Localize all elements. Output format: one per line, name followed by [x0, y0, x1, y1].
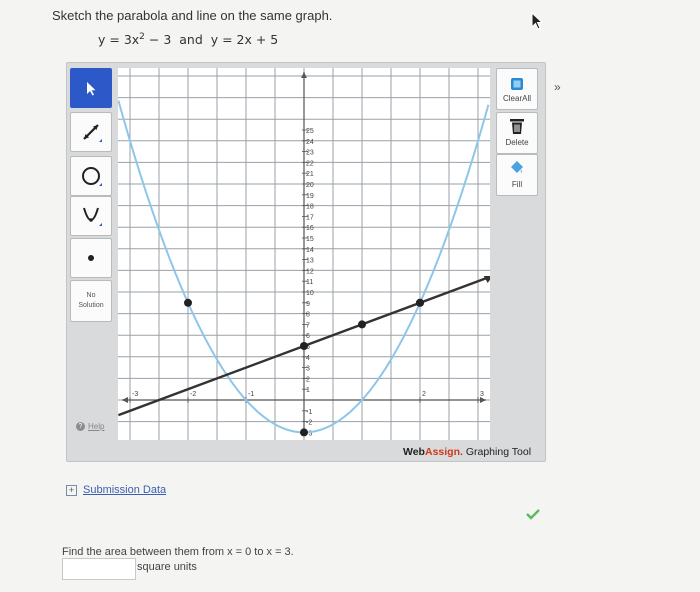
y-tick-label: 3 — [306, 366, 310, 373]
x-tick-label: 3 — [480, 391, 484, 398]
y-axis-arrow-up — [301, 72, 307, 78]
y-tick-label: 6 — [306, 333, 310, 340]
y-tick-label: -1 — [306, 409, 312, 416]
clear-all-button[interactable]: ClearAll — [496, 68, 538, 110]
paint-bucket-icon — [511, 161, 523, 173]
y-tick-label: 16 — [306, 225, 314, 232]
area-question: Find the area between them from x = 0 to… — [62, 546, 294, 558]
y-tick-label: 1 — [306, 387, 310, 394]
delete-label: Delete — [505, 138, 529, 147]
trash-icon — [510, 119, 524, 134]
y-tick-label: -2 — [306, 420, 312, 427]
fill-button[interactable]: Fill — [496, 154, 538, 196]
brand-assign: Assign. — [424, 446, 463, 458]
correct-check-icon — [526, 509, 540, 520]
area-answer-input[interactable] — [62, 558, 136, 580]
y-tick-label: 4 — [306, 355, 310, 362]
line-point — [416, 298, 424, 307]
y-tick-label: 13 — [306, 258, 314, 265]
expand-panel-button[interactable]: » — [554, 80, 561, 94]
help-label: Help — [88, 422, 105, 431]
arrow-pointer-icon — [87, 82, 96, 96]
y-tick-label: 12 — [306, 268, 314, 275]
help-icon: ? — [76, 422, 85, 431]
x-tick-label: -1 — [248, 391, 254, 398]
y-tick-label: 20 — [306, 182, 314, 189]
coordinate-plane[interactable]: -3 -2 -1 2 325242322212019181716151413121110… — [117, 68, 493, 459]
x-axis-arrow-left — [122, 397, 128, 403]
x-tick-label: -3 — [132, 391, 138, 398]
x-tick-label: 2 — [422, 391, 426, 398]
line-equation: y = 2x + 5 — [210, 32, 279, 48]
no-solution-label-2: Solution — [78, 302, 104, 309]
y-tick-label: 25 — [306, 128, 314, 135]
y-tick-label: 15 — [306, 236, 314, 243]
area-units-label: square units — [137, 561, 197, 573]
parabola-equation: y = 3x2 − 3 — [98, 32, 172, 48]
circle-tool-button[interactable] — [70, 156, 112, 196]
no-solution-button[interactable]: No Solution — [70, 280, 112, 322]
y-tick-label: 18 — [306, 204, 314, 211]
parabola-point — [184, 298, 192, 307]
equations: y = 3x2 − 3 and y = 2x + 5 — [98, 32, 278, 47]
parabola-tool-button[interactable] — [70, 196, 112, 236]
y-tick-label: 17 — [306, 214, 314, 221]
y-tick-label: 19 — [306, 193, 314, 200]
question-title: Sketch the parabola and line on the same… — [52, 8, 333, 23]
y-tick-label: 2 — [306, 376, 310, 383]
line-point — [358, 320, 366, 329]
and-word: and — [179, 32, 203, 48]
x-tick-label: -2 — [190, 391, 196, 398]
y-tick-label: 8 — [306, 312, 310, 319]
submission-data-label: Submission Data — [83, 484, 167, 496]
clear-all-label: ClearAll — [502, 94, 531, 103]
point-icon — [88, 255, 94, 261]
no-solution-label-1: No — [86, 292, 96, 299]
y-tick-label: 14 — [306, 247, 314, 254]
parabola-icon — [83, 207, 102, 226]
parabola-point — [300, 428, 308, 437]
line-tool-button[interactable] — [70, 112, 112, 152]
webassign-brand: WebAssign. Graphing Tool — [403, 446, 531, 458]
mouse-cursor-icon — [531, 12, 544, 30]
y-tick-label: 9 — [306, 301, 310, 308]
brand-suffix: Graphing Tool — [462, 446, 532, 458]
point-tool-button[interactable] — [70, 238, 112, 278]
line-segment-icon — [83, 124, 102, 142]
y-tick-label: 7 — [306, 322, 310, 329]
help-link[interactable]: ? Help — [76, 422, 104, 431]
fill-label: Fill — [511, 180, 523, 189]
y-tick-label: 21 — [306, 171, 314, 178]
circle-icon — [82, 167, 102, 186]
submission-data-toggle[interactable]: + Submission Data — [66, 484, 166, 496]
pointer-tool-button[interactable] — [70, 68, 112, 108]
y-tick-label: 23 — [306, 150, 314, 157]
y-tick-label: 24 — [306, 139, 314, 146]
y-tick-label: 11 — [306, 279, 313, 286]
y-tick-label: 10 — [306, 290, 314, 297]
expand-box-icon: + — [66, 484, 77, 496]
delete-button[interactable]: Delete — [496, 112, 538, 154]
clear-all-icon — [511, 78, 523, 90]
y-tick-label: 22 — [306, 160, 314, 167]
brand-web: Web — [403, 446, 425, 458]
graph-canvas[interactable]: -3 -2 -1 2 3 25 24 23 22 21 20 19 18 17 16 15 14 13 12 11 10… — [117, 68, 493, 459]
line-point — [300, 342, 308, 350]
